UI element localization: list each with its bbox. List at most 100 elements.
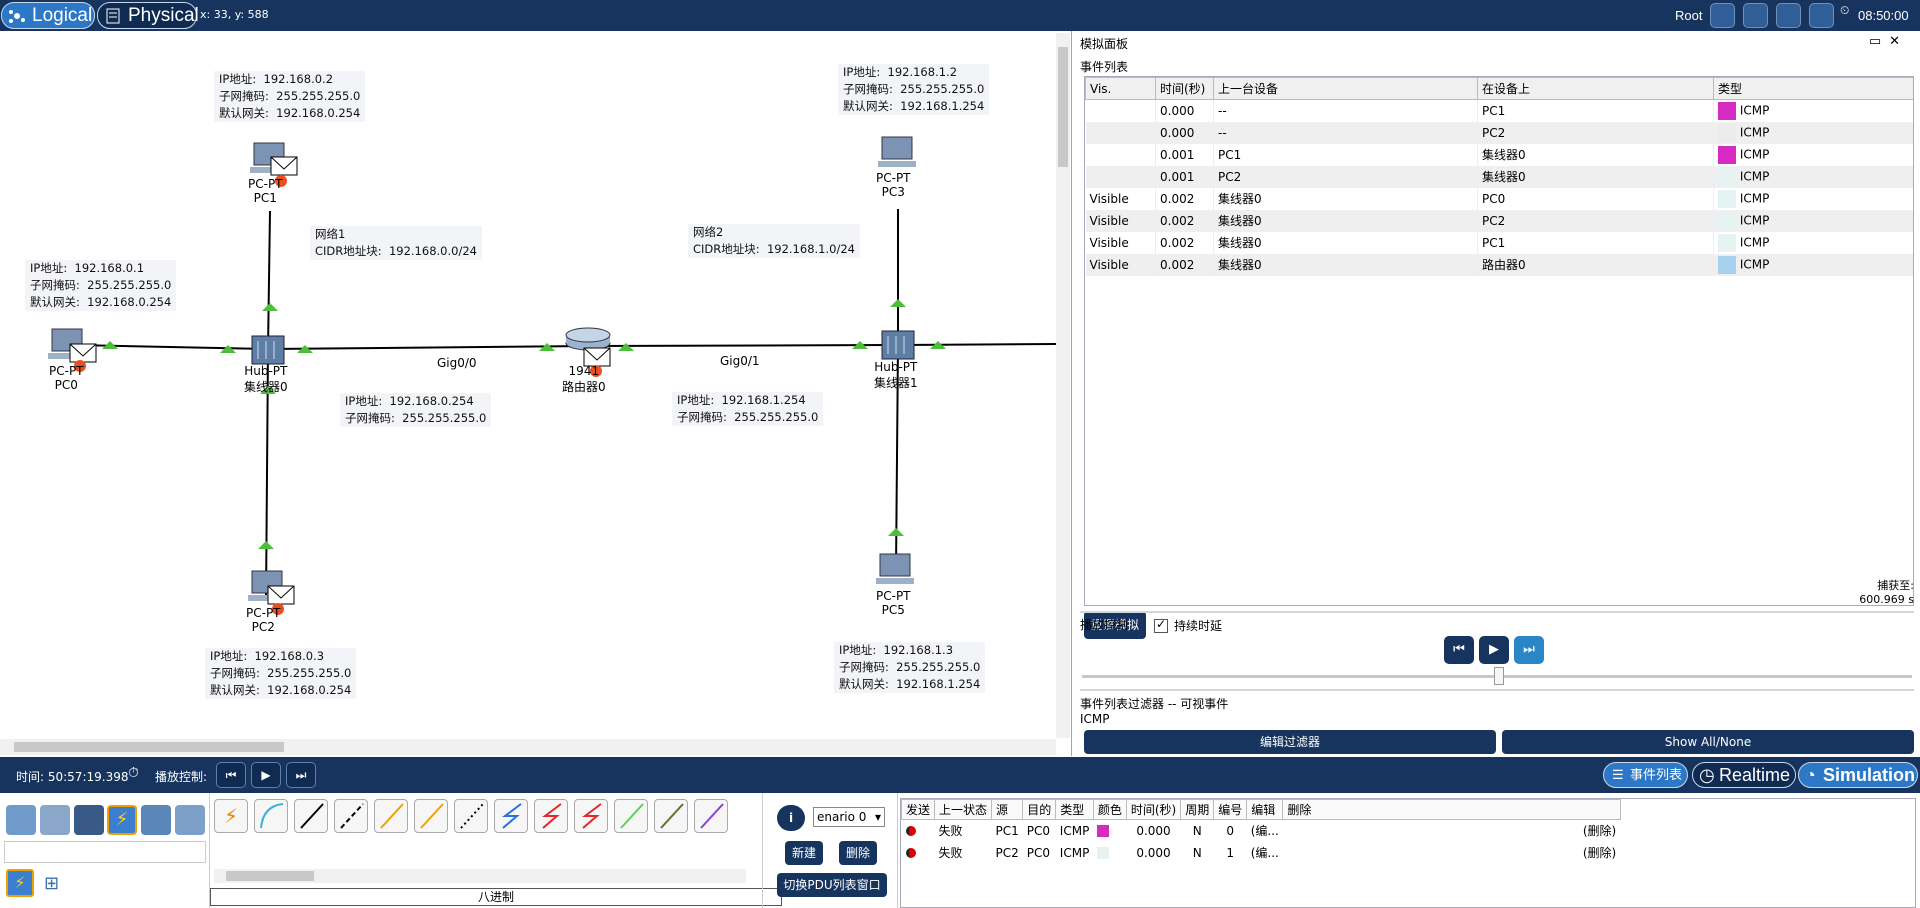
checkbox-checked-icon[interactable] [1154, 617, 1168, 633]
pdu-list[interactable]: 发送 上一状态源目的 类型 颜色 时间(秒) 周期 编号 编辑 删除 失败 PC1 PC0 ICMP 0… [900, 798, 1916, 908]
info-icon[interactable]: i [777, 805, 805, 831]
pdu-fire-cell[interactable] [902, 842, 935, 864]
scenario-select[interactable]: enario 0 ▾ [813, 807, 885, 827]
pdu-col-header[interactable]: 源 [991, 799, 1024, 820]
play-button[interactable]: ▶ [1479, 636, 1509, 664]
pdu-col-header[interactable]: 上一状态 [934, 799, 993, 820]
console-cable-icon[interactable] [254, 799, 288, 833]
event-row[interactable]: Visible 0.002 集线器0 PC2 ICMP [1085, 209, 1913, 232]
usb-cable-icon[interactable] [694, 799, 728, 833]
event-row[interactable]: Visible 0.002 集线器0 路由器0 ICMP [1085, 253, 1913, 276]
new-scenario-button[interactable]: 新建 [785, 841, 823, 865]
pc3-label[interactable]: PC-PT PC3 [876, 171, 911, 199]
col-last-device[interactable]: 上一台设备 [1213, 77, 1478, 100]
octal-cable-icon[interactable] [614, 799, 648, 833]
move-icon[interactable] [1776, 3, 1801, 28]
physical-tab[interactable]: Physical [97, 2, 199, 29]
realtime-tab[interactable]: ◷ Realtime [1692, 762, 1796, 788]
connections-icon[interactable]: ⚡ [107, 805, 137, 835]
strip-step-forward-button[interactable]: ⏭ [286, 762, 316, 788]
pdu-col-header[interactable]: 编辑 [1246, 799, 1284, 820]
event-color-swatch [1718, 145, 1736, 164]
auto-connection-icon[interactable]: ⚡ [214, 799, 248, 833]
col-at-device[interactable]: 在设备上 [1477, 77, 1714, 100]
serial-dce-icon[interactable] [534, 799, 568, 833]
hub1-label[interactable]: Hub-PT 集线器1 [874, 360, 918, 391]
multimode-fiber-icon[interactable] [414, 799, 448, 833]
event-row[interactable]: 0.000 -- PC1 ICMP [1085, 99, 1913, 122]
pdu-col-header[interactable]: 删除 [1282, 799, 1621, 820]
step-forward-button[interactable]: ⏭ [1514, 636, 1544, 664]
logical-tab[interactable]: Logical [1, 2, 95, 29]
col-type[interactable]: 类型 [1713, 77, 1913, 100]
pdu-edit[interactable]: (编... [1247, 820, 1283, 842]
strip-play-button[interactable]: ▶ [251, 762, 281, 788]
fiber-cable-icon[interactable] [374, 799, 408, 833]
grid-icon[interactable]: ⊞ [44, 873, 59, 894]
pc2-label[interactable]: PC-PT PC2 [246, 606, 281, 634]
pdu-row[interactable]: 失败 PC1 PC0 ICMP 0.000 N 0 (编... (删除) [902, 820, 1621, 842]
pdu-col-header[interactable]: 发送 [901, 799, 936, 820]
event-list-table[interactable]: Vis. 时间(秒) 上一台设备 在设备上 类型 0.000 -- PC1 ICMP… [1084, 76, 1914, 606]
step-back-button[interactable]: ⏮ [1444, 636, 1474, 664]
serial-dte-icon[interactable] [574, 799, 608, 833]
col-time[interactable]: 时间(秒) [1155, 77, 1214, 100]
connection-type-icon[interactable]: ⚡ [6, 869, 34, 897]
col-vis[interactable]: Vis. [1085, 77, 1156, 100]
show-all-none-button[interactable]: Show All/None [1502, 730, 1914, 754]
workspace-horizontal-scrollbar[interactable] [0, 739, 1056, 755]
end-devices-icon[interactable] [40, 805, 70, 835]
event-row[interactable]: 0.001 PC1 集线器0 ICMP [1085, 143, 1913, 166]
simulation-tab[interactable]: ◔ Simulation [1798, 762, 1918, 788]
straight-through-cable-icon[interactable] [294, 799, 328, 833]
event-list-toggle[interactable]: ☰ 事件列表 [1603, 762, 1688, 788]
cloud-icon[interactable] [1743, 3, 1768, 28]
toggle-pdu-list-button[interactable]: 切换PDU列表窗口 [777, 873, 887, 897]
pc0-label[interactable]: PC-PT PC0 [49, 364, 84, 392]
fire-icon[interactable] [905, 825, 916, 836]
gig01-info: IP地址: 192.168.1.254 子网掩码: 255.255.255.0 [672, 392, 824, 426]
pdu-col-header[interactable]: 时间(秒) [1125, 799, 1182, 820]
delete-scenario-button[interactable]: 删除 [839, 841, 877, 865]
tray-scrollbar[interactable] [214, 869, 746, 883]
iot-cable-icon[interactable] [654, 799, 688, 833]
timer-icon[interactable]: ⏱ [128, 765, 139, 781]
phone-cable-icon[interactable] [454, 799, 488, 833]
image-icon[interactable] [1809, 3, 1834, 28]
crossover-cable-icon[interactable] [334, 799, 368, 833]
persist-delay-checkbox[interactable]: 持续时延 [1154, 617, 1222, 634]
event-row[interactable]: 0.001 PC2 集线器0 ICMP [1085, 165, 1913, 188]
router0-label[interactable]: 1941 路由器0 [562, 364, 606, 395]
coaxial-cable-icon[interactable] [494, 799, 528, 833]
pc1-label[interactable]: PC-PT PC1 [248, 177, 283, 205]
network-devices-icon[interactable] [6, 805, 36, 835]
pdu-edit[interactable]: (编... [1247, 842, 1283, 864]
hub0-label[interactable]: Hub-PT 集线器0 [244, 364, 288, 395]
pdu-col-header[interactable]: 目的 [1022, 799, 1057, 820]
pdu-col-header[interactable]: 编号 [1213, 799, 1248, 820]
edit-filter-button[interactable]: 编辑过滤器 [1084, 730, 1496, 754]
pc5-label[interactable]: PC-PT PC5 [876, 589, 911, 617]
play-speed-slider[interactable] [1494, 667, 1504, 685]
event-row[interactable]: Visible 0.002 集线器0 PC1 ICMP [1085, 231, 1913, 254]
event-row[interactable]: Visible 0.002 集线器0 PC0 ICMP [1085, 187, 1913, 210]
pdu-delete[interactable]: (删除) [1283, 820, 1620, 842]
logical-workspace[interactable]: IP地址: 192.168.0.2 子网掩码: 255.255.255.0 默认… [0, 31, 1072, 756]
event-type: ICMP [1739, 191, 1770, 205]
fire-icon[interactable] [905, 847, 916, 858]
strip-step-back-button[interactable]: ⏮ [216, 762, 246, 788]
panel-window-controls[interactable]: ▭✕ [1869, 34, 1908, 49]
event-row[interactable]: 0.000 -- PC2 ICMP [1085, 121, 1913, 144]
pdu-delete[interactable]: (删除) [1283, 842, 1620, 864]
back-icon[interactable] [1710, 3, 1735, 28]
misc-icon[interactable] [141, 805, 171, 835]
multiuser-icon[interactable] [175, 805, 205, 835]
device-search-input[interactable] [4, 841, 206, 863]
pdu-row[interactable]: 失败 PC2 PC0 ICMP 0.000 N 1 (编... (删除) [902, 842, 1621, 864]
pdu-col-header[interactable]: 周期 [1180, 799, 1215, 820]
components-icon[interactable] [74, 805, 104, 835]
pdu-col-header[interactable]: 类型 [1055, 799, 1094, 820]
pdu-col-header[interactable]: 颜色 [1092, 799, 1127, 820]
pdu-fire-cell[interactable] [902, 820, 935, 842]
workspace-vertical-scrollbar[interactable] [1056, 33, 1070, 738]
